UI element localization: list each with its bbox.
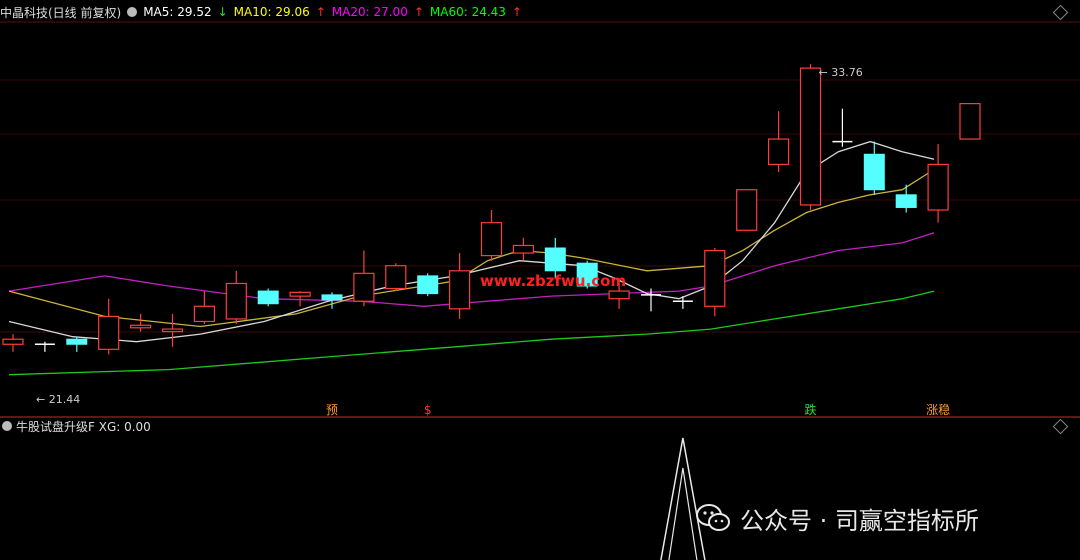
- candle: [353, 250, 375, 307]
- ma60-line: [8, 290, 935, 376]
- signal-label: $: [424, 403, 432, 417]
- arrow-up-icon: ↑: [413, 5, 424, 19]
- candle-body: [544, 247, 566, 272]
- candle: [863, 141, 885, 195]
- candle-body: [289, 291, 311, 297]
- candle: [66, 336, 88, 352]
- candle-body: [512, 244, 535, 254]
- signal-label: 预: [326, 403, 338, 417]
- candle-body: [257, 290, 279, 305]
- candle: [799, 64, 822, 210]
- high-price-label: ← 33.76: [819, 66, 863, 79]
- candle-body: [353, 272, 375, 302]
- arrow-up-icon: ↑: [315, 5, 326, 19]
- candle-body: [130, 324, 152, 329]
- candle-body: [449, 270, 471, 310]
- candle: [480, 210, 503, 261]
- candle: [736, 189, 758, 231]
- candle-body: [959, 102, 981, 140]
- main-chart: ← 33.76 ← 21.44 www.zbzfwu.com 预 $ 跌 涨稳: [0, 21, 1080, 560]
- candle: [895, 184, 917, 213]
- indicator-spike-inner: [668, 467, 698, 560]
- chart-header: 中晶科技(日线 前复权) MA5: 29.52 ↓ MA10: 29.06 ↑ MA…: [0, 3, 528, 21]
- candle: [98, 298, 120, 355]
- candle: [704, 248, 726, 317]
- candle: [193, 291, 215, 324]
- candle-body: [66, 338, 88, 345]
- candle: [385, 263, 407, 292]
- settings-icon[interactable]: [127, 7, 138, 17]
- price-grid: [0, 21, 1080, 418]
- stock-label[interactable]: 中晶科技(日线 前复权): [0, 4, 121, 21]
- candle: [512, 237, 535, 261]
- candle-body: [417, 275, 439, 295]
- candle-body: [863, 153, 885, 191]
- candle: [34, 341, 55, 352]
- candle-body: [704, 249, 726, 307]
- candle-body: [736, 189, 758, 231]
- overlay-watermark: www.zbzfwu.com: [480, 272, 626, 290]
- watermark-text: 公众号 · 司赢空指标所: [740, 506, 979, 535]
- watermark: 公众号 · 司赢空指标所: [696, 500, 979, 536]
- candle: [257, 288, 279, 307]
- candle-body: [767, 138, 790, 165]
- candle-body: [385, 265, 407, 290]
- moving-average-lines: [8, 140, 935, 376]
- candle-body: [927, 163, 949, 211]
- candle: [449, 253, 471, 319]
- candlesticks: [2, 64, 981, 355]
- candle-body: [2, 338, 24, 345]
- candle-body: [98, 315, 120, 350]
- candle: [832, 108, 853, 147]
- collapse-icon[interactable]: [2, 421, 12, 431]
- indicator-label: 牛股试盘升级F XG: 0.00: [16, 419, 151, 434]
- candle: [130, 313, 152, 332]
- candle: [2, 334, 24, 352]
- ma60-label: MA60: 24.43 ↑: [429, 5, 522, 19]
- ma5-line: [8, 140, 935, 343]
- candle: [959, 102, 981, 140]
- indicator-header: 牛股试盘升级F XG: 0.00: [0, 417, 151, 435]
- candle-body: [895, 194, 917, 208]
- candle: [417, 273, 439, 297]
- candle-body: [193, 305, 215, 323]
- indicator-panel: [660, 437, 706, 560]
- signal-label: 跌: [804, 402, 816, 417]
- ma10-label: MA10: 29.06 ↑: [233, 5, 326, 19]
- arrow-down-icon: ↓: [217, 5, 228, 19]
- candle: [927, 144, 949, 223]
- candle-body: [321, 294, 343, 301]
- candle: [161, 313, 184, 347]
- ma20-label: MA20: 27.00 ↑: [331, 5, 424, 19]
- low-price-label: ← 21.44: [36, 393, 80, 406]
- candle-body: [225, 282, 247, 320]
- candle: [225, 270, 247, 324]
- indicator-spike: [660, 437, 706, 560]
- ma20-line: [8, 232, 935, 307]
- candle-body: [480, 222, 503, 257]
- wechat-icon: [696, 504, 730, 531]
- candle-body: [161, 328, 184, 333]
- arrow-up-icon: ↑: [511, 5, 522, 19]
- candle-body: [799, 67, 822, 206]
- candle: [289, 291, 311, 307]
- candle: [767, 111, 790, 172]
- candle-body: [608, 290, 630, 300]
- ma5-label: MA5: 29.52 ↓: [143, 5, 228, 19]
- signal-label: 涨稳: [926, 402, 950, 417]
